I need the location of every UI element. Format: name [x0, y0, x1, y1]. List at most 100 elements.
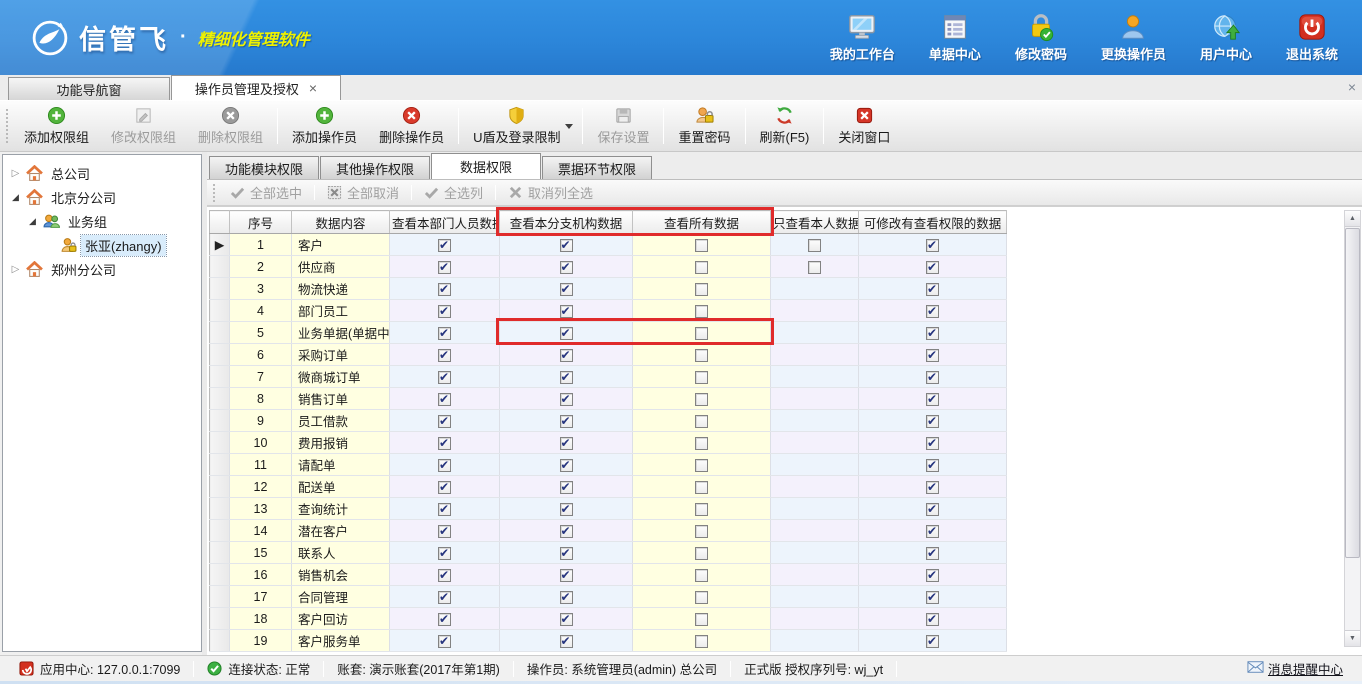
- permission-checkbox[interactable]: [926, 239, 939, 252]
- permission-checkbox[interactable]: [808, 261, 821, 274]
- row-selector-cell[interactable]: [210, 300, 230, 322]
- tree-operator-zhangy[interactable]: 张亚(zhangy): [3, 233, 201, 257]
- my-workbench-button[interactable]: 我的工作台: [830, 12, 895, 63]
- row-selector-cell[interactable]: [210, 388, 230, 410]
- permission-checkbox[interactable]: [695, 239, 708, 252]
- row-selector-cell[interactable]: [210, 520, 230, 542]
- tree-expander-icon[interactable]: ▷: [9, 168, 22, 179]
- row-selector-cell[interactable]: [210, 322, 230, 344]
- message-center-link[interactable]: 消息提醒中心: [1234, 659, 1356, 678]
- permission-checkbox[interactable]: [438, 393, 451, 406]
- close-window-button[interactable]: 关闭窗口: [827, 103, 901, 149]
- permission-checkbox[interactable]: [926, 437, 939, 450]
- permission-checkbox[interactable]: [926, 349, 939, 362]
- permission-checkbox[interactable]: [695, 261, 708, 274]
- dropdown-caret-icon[interactable]: [565, 123, 579, 129]
- permission-checkbox[interactable]: [438, 547, 451, 560]
- permission-checkbox[interactable]: [560, 415, 573, 428]
- permission-checkbox[interactable]: [560, 503, 573, 516]
- permission-checkbox[interactable]: [695, 569, 708, 582]
- permission-checkbox[interactable]: [438, 503, 451, 516]
- permission-checkbox[interactable]: [438, 327, 451, 340]
- permission-checkbox[interactable]: [560, 261, 573, 274]
- switch-operator-button[interactable]: 更换操作员: [1101, 12, 1166, 63]
- row-selector-cell[interactable]: [210, 432, 230, 454]
- col-modify-viewable-data[interactable]: 可修改有查看权限的数据: [859, 211, 1007, 234]
- exit-system-button[interactable]: 退出系统: [1286, 12, 1338, 63]
- permission-checkbox[interactable]: [695, 481, 708, 494]
- tree-business-group[interactable]: ◢业务组: [3, 209, 201, 233]
- permission-checkbox[interactable]: [560, 305, 573, 318]
- permission-checkbox[interactable]: [695, 415, 708, 428]
- permission-checkbox[interactable]: [560, 283, 573, 296]
- permission-checkbox[interactable]: [695, 591, 708, 604]
- permission-checkbox[interactable]: [560, 591, 573, 604]
- permission-checkbox[interactable]: [560, 327, 573, 340]
- change-password-button[interactable]: 修改密码: [1015, 12, 1067, 63]
- tree-expander-icon[interactable]: ▷: [9, 264, 22, 275]
- col-view-branch-data[interactable]: 查看本分支机构数据: [500, 211, 633, 234]
- permission-checkbox[interactable]: [695, 349, 708, 362]
- tree-beijing-branch[interactable]: ◢北京分公司: [3, 185, 201, 209]
- permission-checkbox[interactable]: [560, 371, 573, 384]
- permission-checkbox[interactable]: [926, 569, 939, 582]
- permission-checkbox[interactable]: [926, 283, 939, 296]
- row-selector-cell[interactable]: [210, 366, 230, 388]
- permission-checkbox[interactable]: [560, 525, 573, 538]
- permission-checkbox[interactable]: [695, 371, 708, 384]
- tab-data-perm[interactable]: 数据权限: [431, 153, 541, 179]
- add-operator-button[interactable]: 添加操作员: [281, 103, 368, 149]
- permission-checkbox[interactable]: [560, 569, 573, 582]
- permission-checkbox[interactable]: [926, 305, 939, 318]
- document-center-button[interactable]: 单据中心: [929, 12, 981, 63]
- permission-checkbox[interactable]: [695, 503, 708, 516]
- col-index[interactable]: 序号: [230, 211, 292, 234]
- permission-checkbox[interactable]: [695, 525, 708, 538]
- scrollbar-thumb[interactable]: [1345, 228, 1360, 558]
- tree-expander-icon[interactable]: ◢: [26, 216, 39, 227]
- row-selector-cell[interactable]: [210, 542, 230, 564]
- tabstrip-close-icon[interactable]: ×: [1348, 79, 1356, 95]
- permission-checkbox[interactable]: [560, 437, 573, 450]
- permission-checkbox[interactable]: [438, 261, 451, 274]
- permission-checkbox[interactable]: [695, 635, 708, 648]
- permission-checkbox[interactable]: [695, 327, 708, 340]
- permission-checkbox[interactable]: [560, 349, 573, 362]
- tab-bill-stage-perm[interactable]: 票据环节权限: [542, 156, 652, 179]
- permission-checkbox[interactable]: [438, 635, 451, 648]
- vertical-scrollbar[interactable]: ▲ ▼: [1344, 210, 1361, 647]
- col-data-content[interactable]: 数据内容: [292, 211, 390, 234]
- row-selector-cell[interactable]: ▶: [210, 234, 230, 256]
- row-selector-cell[interactable]: [210, 476, 230, 498]
- row-selector-cell[interactable]: [210, 344, 230, 366]
- refresh-button[interactable]: 刷新(F5): [749, 103, 821, 149]
- permission-checkbox[interactable]: [808, 239, 821, 252]
- row-selector-cell[interactable]: [210, 498, 230, 520]
- permission-checkbox[interactable]: [926, 261, 939, 274]
- row-selector-cell[interactable]: [210, 454, 230, 476]
- tree-expander-icon[interactable]: ◢: [9, 192, 22, 203]
- permission-checkbox[interactable]: [926, 635, 939, 648]
- permission-checkbox[interactable]: [438, 239, 451, 252]
- permission-checkbox[interactable]: [926, 613, 939, 626]
- permission-checkbox[interactable]: [438, 569, 451, 582]
- row-selector-cell[interactable]: [210, 586, 230, 608]
- permission-checkbox[interactable]: [438, 283, 451, 296]
- add-permission-group-button[interactable]: 添加权限组: [13, 103, 100, 149]
- permission-checkbox[interactable]: [926, 393, 939, 406]
- permission-checkbox[interactable]: [926, 481, 939, 494]
- permission-checkbox[interactable]: [926, 327, 939, 340]
- tab-function-module-perm[interactable]: 功能模块权限: [209, 156, 319, 179]
- permission-checkbox[interactable]: [695, 305, 708, 318]
- permission-checkbox[interactable]: [560, 635, 573, 648]
- col-row-selector[interactable]: [210, 211, 230, 234]
- permission-checkbox[interactable]: [438, 525, 451, 538]
- col-view-all-data[interactable]: 查看所有数据: [633, 211, 771, 234]
- permission-checkbox[interactable]: [926, 371, 939, 384]
- row-selector-cell[interactable]: [210, 564, 230, 586]
- user-center-button[interactable]: 用户中心: [1200, 12, 1252, 63]
- permission-checkbox[interactable]: [438, 371, 451, 384]
- ukey-login-limit-button[interactable]: U盾及登录限制: [462, 103, 571, 149]
- permission-checkbox[interactable]: [560, 613, 573, 626]
- tab-operator-management[interactable]: 操作员管理及授权×: [171, 75, 341, 100]
